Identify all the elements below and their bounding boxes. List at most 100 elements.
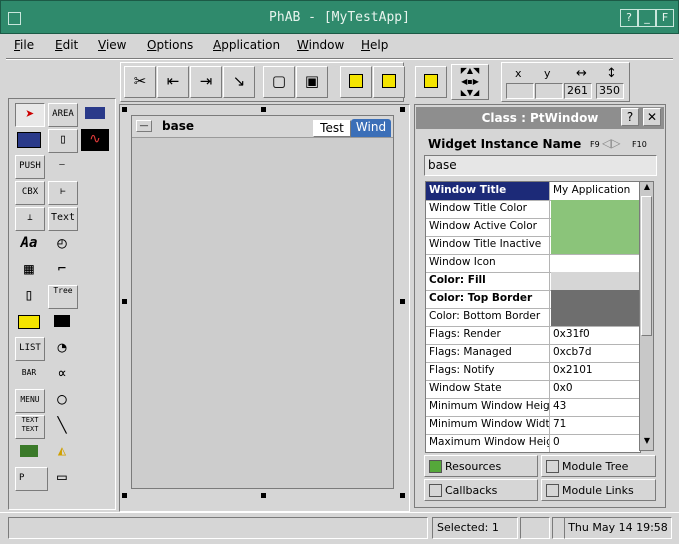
resource-row[interactable]: Window Icon: [426, 254, 640, 273]
label-tag-icon[interactable]: [15, 311, 43, 333]
grid-widget-icon[interactable]: ▦: [15, 259, 43, 281]
module-tree-button[interactable]: Module Tree: [541, 455, 656, 477]
font-widget-icon[interactable]: Aa: [15, 233, 43, 255]
slider-widget-icon[interactable]: ⊢: [48, 181, 78, 205]
resource-value[interactable]: [551, 236, 640, 254]
menu-help[interactable]: Help: [361, 38, 388, 52]
align-arrows-icon[interactable]: ◤▲◥ ◀▪▶ ◣▼◢: [451, 64, 489, 100]
resource-row[interactable]: Window Active Color: [426, 218, 640, 237]
resource-row[interactable]: Flags: Notify 0x2101: [426, 362, 640, 381]
select-parent-icon[interactable]: [415, 66, 447, 98]
resource-row[interactable]: Minimum Window Width 71: [426, 416, 640, 435]
pane-widget-icon[interactable]: P: [15, 467, 48, 491]
menu-options[interactable]: Options: [147, 38, 193, 52]
resource-value[interactable]: [551, 308, 640, 326]
scroll-thumb[interactable]: [641, 196, 652, 336]
window-widget-icon[interactable]: [15, 129, 43, 151]
to-back-icon[interactable]: ▣: [296, 66, 328, 98]
resource-value[interactable]: 0x31f0: [551, 326, 640, 344]
tab-test[interactable]: Test: [313, 120, 351, 137]
resource-row[interactable]: Window Title Inactive: [426, 236, 640, 255]
pie-widget-icon[interactable]: ◔: [48, 337, 76, 359]
to-front-icon[interactable]: ▢: [263, 66, 295, 98]
ellipse-widget-icon[interactable]: ○: [48, 389, 76, 411]
height-field[interactable]: 350: [596, 83, 624, 99]
bezier-widget-icon[interactable]: ∝: [48, 363, 76, 385]
label-widget-icon[interactable]: [81, 103, 109, 125]
resource-row[interactable]: Minimum Window Height 43: [426, 398, 640, 417]
clock-widget-icon[interactable]: ◴: [48, 233, 76, 255]
area-icon[interactable]: AREA: [48, 103, 78, 127]
push-button-icon[interactable]: PUSH: [15, 155, 45, 179]
prev-next-icon[interactable]: ◁▷: [602, 136, 620, 150]
copy-icon[interactable]: ⇤: [157, 66, 189, 98]
y-field[interactable]: [535, 83, 563, 99]
page-widget-icon[interactable]: ▯: [15, 285, 43, 307]
resource-value[interactable]: [551, 272, 640, 290]
numeric-widget-icon[interactable]: ⌐: [48, 259, 76, 281]
callbacks-button[interactable]: Callbacks: [424, 479, 538, 501]
resource-row[interactable]: Window Title Color: [426, 200, 640, 219]
resource-row[interactable]: Flags: Managed 0xcb7d: [426, 344, 640, 363]
resize-handle[interactable]: [122, 107, 127, 112]
base-window[interactable]: — base Test Wind: [131, 115, 394, 489]
resource-row[interactable]: Color: Top Border: [426, 290, 640, 309]
separator-widget-icon[interactable]: —: [48, 155, 76, 177]
resource-value[interactable]: 43: [551, 398, 640, 416]
polygon-widget-icon[interactable]: ◭: [48, 441, 76, 463]
x-field[interactable]: [506, 83, 534, 99]
minimize-icon[interactable]: _: [638, 9, 656, 27]
resize-handle[interactable]: [122, 493, 127, 498]
rectangle-widget-icon[interactable]: ▭: [48, 467, 76, 489]
line-widget-icon[interactable]: ╲: [48, 415, 76, 437]
menu-window[interactable]: Window: [297, 38, 344, 52]
resources-button[interactable]: Resources: [424, 455, 538, 477]
tab-wind[interactable]: Wind: [351, 119, 391, 137]
ungroup-icon[interactable]: [373, 66, 405, 98]
scroll-up-icon[interactable]: ▲: [641, 182, 653, 194]
scroll-down-icon[interactable]: ▼: [641, 436, 653, 448]
resource-value[interactable]: [551, 200, 640, 218]
tree-widget-icon[interactable]: Tree: [48, 285, 78, 309]
pointer-icon[interactable]: ➤: [15, 103, 45, 127]
resource-row[interactable]: Color: Fill: [426, 272, 640, 291]
scrollbar-widget-icon[interactable]: ▯: [48, 129, 78, 153]
resource-value[interactable]: 0x0: [551, 380, 640, 398]
combobox-widget-icon[interactable]: CBX: [15, 181, 45, 205]
bar-widget-icon[interactable]: BAR: [15, 363, 43, 385]
screen-widget-icon[interactable]: [48, 311, 76, 333]
resize-handle[interactable]: [122, 299, 127, 304]
menu-file[interactable]: File: [14, 38, 34, 52]
resource-row[interactable]: Color: Bottom Border: [426, 308, 640, 327]
divider-widget-icon[interactable]: ⊥: [15, 207, 45, 231]
toggle-widget-icon[interactable]: [15, 441, 43, 463]
paste-icon[interactable]: ⇥: [190, 66, 222, 98]
module-links-button[interactable]: Module Links: [541, 479, 656, 501]
text-widget-icon[interactable]: Text: [48, 207, 78, 231]
close-icon[interactable]: ✕: [643, 108, 661, 126]
resource-row[interactable]: Maximum Window Height0: [426, 434, 640, 452]
width-field[interactable]: 261: [564, 83, 592, 99]
resize-icon[interactable]: ↘: [223, 66, 255, 98]
window-title-bar[interactable]: PhAB - [MyTestApp] ? _ F: [0, 0, 679, 34]
window-menu-icon[interactable]: —: [136, 120, 152, 132]
resize-handle[interactable]: [400, 107, 405, 112]
resource-value[interactable]: 0xcb7d: [551, 344, 640, 362]
resource-value[interactable]: [551, 254, 640, 272]
resource-row[interactable]: Window Title My Application: [426, 182, 640, 201]
resource-row[interactable]: Flags: Render 0x31f0: [426, 326, 640, 345]
help-icon[interactable]: ?: [621, 108, 639, 126]
resource-value[interactable]: 0: [551, 434, 640, 452]
resource-value[interactable]: 0x2101: [551, 362, 640, 380]
multitext-widget-icon[interactable]: TEXT TEXT: [15, 415, 45, 439]
menu-application[interactable]: Application: [213, 38, 280, 52]
resize-handle[interactable]: [261, 107, 266, 112]
group-icon[interactable]: [340, 66, 372, 98]
resource-scrollbar[interactable]: ▲ ▼: [639, 181, 654, 451]
cut-icon[interactable]: ✂: [124, 66, 156, 98]
resource-value[interactable]: [551, 218, 640, 236]
resource-value[interactable]: 71: [551, 416, 640, 434]
help-icon[interactable]: ?: [620, 9, 638, 27]
menu-edit[interactable]: Edit: [55, 38, 78, 52]
resize-handle[interactable]: [400, 493, 405, 498]
